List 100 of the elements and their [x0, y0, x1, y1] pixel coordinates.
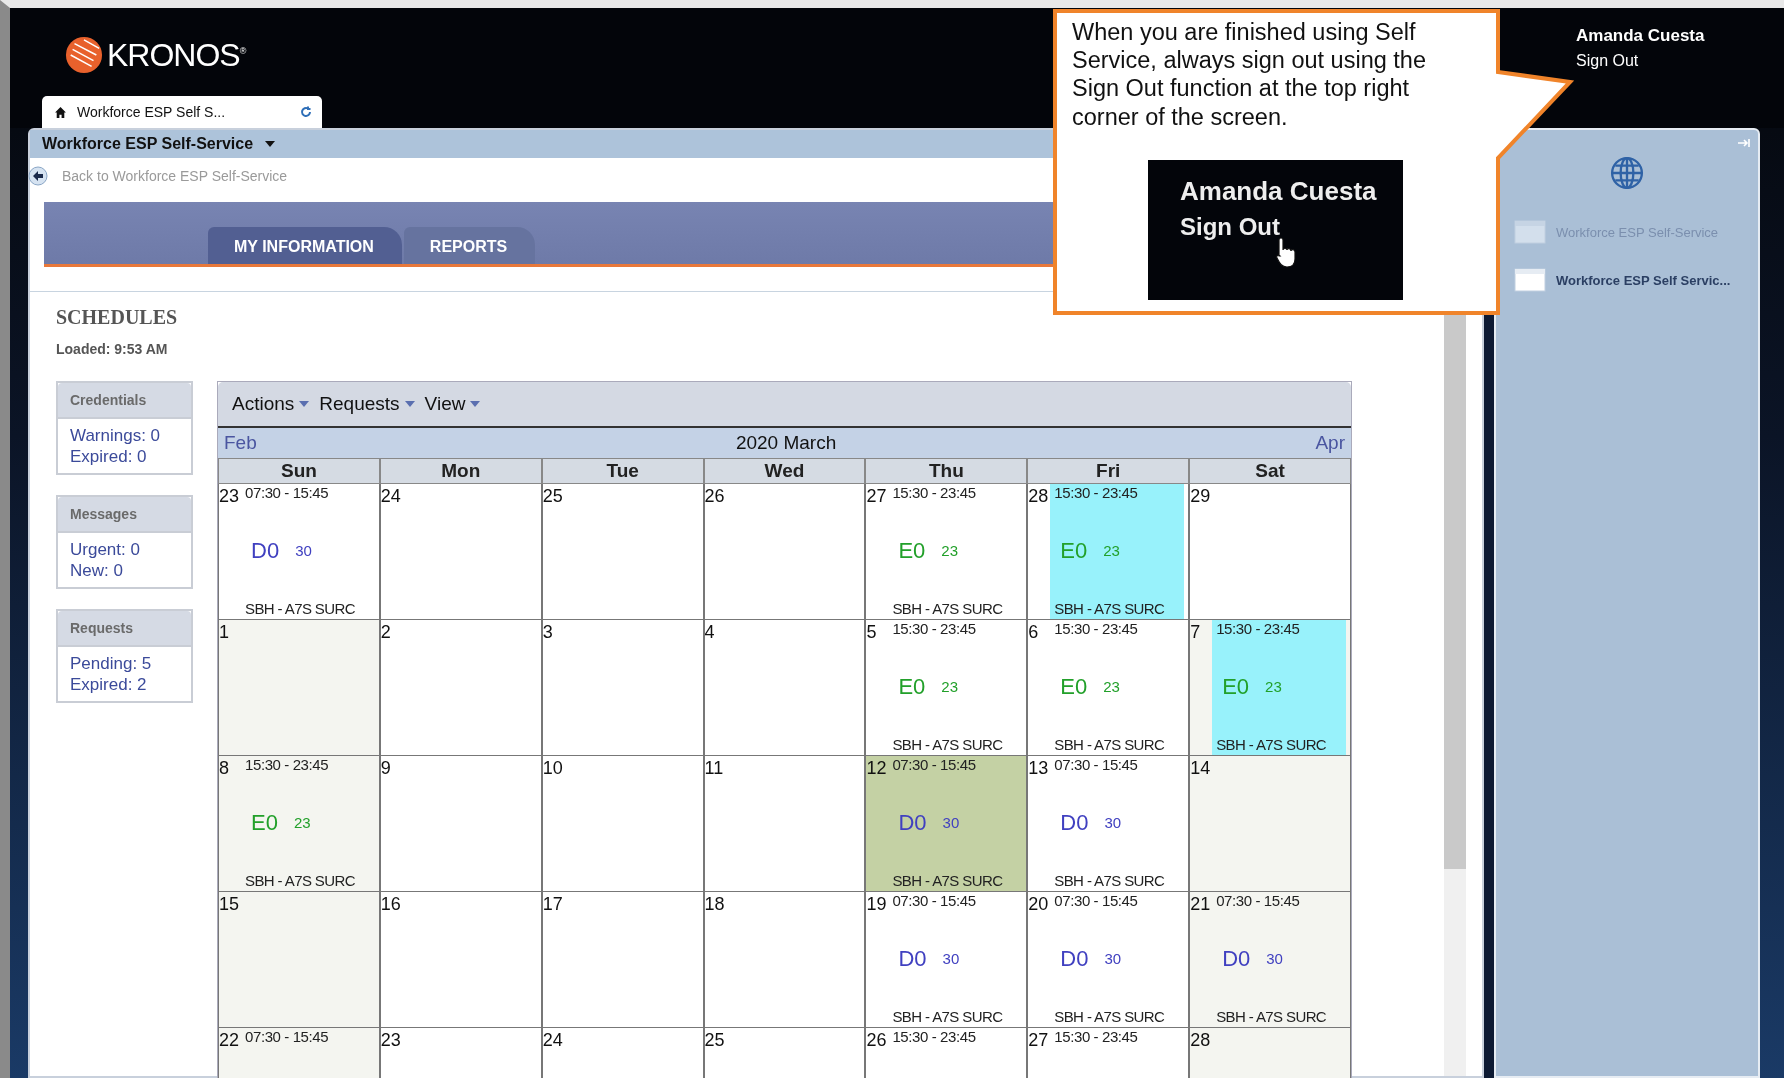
day-number: 21 [1190, 893, 1212, 916]
day-cell[interactable]: 28 [1189, 1028, 1351, 1078]
shift-time: 07:30 - 15:45 [892, 756, 977, 773]
day-number: 13 [1028, 757, 1050, 780]
day-cell[interactable]: 14 [1189, 756, 1351, 892]
summary-link[interactable]: Urgent: 0 [70, 539, 179, 560]
day-cell[interactable]: 25 [541, 484, 704, 620]
workspace-title[interactable]: Workforce ESP Self-Service [42, 135, 254, 153]
day-number: 28 [1190, 1029, 1212, 1052]
day-cell[interactable]: 19 07:30 - 15:45 D0 30 SBH - A7S SURC [865, 892, 1028, 1028]
day-cell[interactable]: 22 07:30 - 15:45 [218, 1028, 380, 1078]
day-cell[interactable]: 3 [541, 620, 704, 756]
day-cell[interactable]: 29 [1189, 484, 1351, 620]
day-cell[interactable]: 17 [541, 892, 704, 1028]
logo-icon [65, 36, 103, 74]
globe-icon[interactable] [1610, 156, 1644, 190]
inset-user-name: Amanda Cuesta [1180, 176, 1378, 207]
weekday-header: Sun [218, 458, 380, 484]
summary-link[interactable]: New: 0 [70, 560, 179, 581]
day-cell[interactable]: 9 [379, 756, 542, 892]
menu-button[interactable]: Actions [232, 393, 310, 415]
shift-location: SBH - A7S SURC [892, 1008, 1004, 1025]
day-cell[interactable]: 26 15:30 - 23:45 [865, 1028, 1028, 1078]
summary-link[interactable]: Warnings: 0 [70, 425, 179, 446]
summary-link[interactable]: Pending: 5 [70, 653, 179, 674]
day-cell[interactable]: 12 07:30 - 15:45 D0 30 SBH - A7S SURC [865, 756, 1028, 892]
shift-time: 15:30 - 23:45 [1054, 484, 1139, 501]
shift-code: E0 [251, 809, 278, 836]
home-icon [54, 105, 67, 119]
previous-month-link[interactable]: Feb [224, 432, 257, 454]
day-cell[interactable]: 11 [703, 756, 866, 892]
shift-code: D0 [898, 945, 927, 972]
day-cell[interactable]: 21 07:30 - 15:45 D0 30 SBH - A7S SURC [1189, 892, 1351, 1028]
day-cell[interactable]: 8 15:30 - 23:45 E0 23 SBH - A7S SURC [218, 756, 380, 892]
loaded-time: Loaded: 9:53 AM [56, 341, 169, 357]
shift-count: 30 [942, 814, 960, 831]
day-cell[interactable]: 25 [703, 1028, 866, 1078]
day-number: 27 [866, 485, 888, 508]
day-cell[interactable]: 24 [379, 484, 542, 620]
day-cell[interactable]: 18 [703, 892, 866, 1028]
shift-location: SBH - A7S SURC [1216, 736, 1328, 753]
shift-time: 15:30 - 23:45 [892, 1028, 977, 1045]
callout-text: When you are finished using Self Service, always sign out using the Sign Out function at the top right corner of the screen. [1072, 18, 1427, 131]
nav-tab[interactable]: REPORTS [403, 227, 536, 264]
shift-location: SBH - A7S SURC [1054, 1008, 1166, 1025]
day-cell[interactable]: 13 07:30 - 15:45 D0 30 SBH - A7S SURC [1027, 756, 1190, 892]
day-cell[interactable]: 27 15:30 - 23:45 [1027, 1028, 1190, 1078]
nav-tab[interactable]: MY INFORMATION [208, 227, 402, 264]
day-number: 26 [866, 1029, 888, 1052]
user-name: Amanda Cuesta [1576, 26, 1706, 46]
day-number: 16 [380, 893, 402, 916]
day-cell[interactable]: 4 [703, 620, 866, 756]
day-cell[interactable]: 28 15:30 - 23:45 E0 23 SBH - A7S SURC [1027, 484, 1190, 620]
shift-code: D0 [1222, 945, 1251, 972]
day-number: 27 [1028, 1029, 1050, 1052]
day-cell[interactable]: 26 [703, 484, 866, 620]
next-month-link[interactable]: Apr [1315, 432, 1345, 454]
day-number: 9 [380, 757, 392, 780]
refresh-icon[interactable] [300, 106, 312, 118]
day-number: 15 [219, 893, 241, 916]
day-cell[interactable]: 20 07:30 - 15:45 D0 30 SBH - A7S SURC [1027, 892, 1190, 1028]
day-number: 2 [380, 621, 392, 644]
day-cell[interactable]: 23 [379, 1028, 542, 1078]
shift-time: 07:30 - 15:45 [1054, 756, 1139, 773]
workspace-item[interactable]: Workforce ESP Self Servic... [1496, 256, 1758, 304]
day-cell[interactable]: 23 07:30 - 15:45 D0 30 SBH - A7S SURC [218, 484, 380, 620]
shift-time: 15:30 - 23:45 [1054, 1028, 1139, 1045]
weekday-header: Mon [379, 458, 542, 484]
shift-code: D0 [251, 537, 280, 564]
shift-time: 07:30 - 15:45 [892, 892, 977, 909]
day-number: 24 [542, 1029, 564, 1052]
day-number: 12 [866, 757, 888, 780]
arrow-icon[interactable] [1738, 138, 1750, 148]
day-cell[interactable]: 5 15:30 - 23:45 E0 23 SBH - A7S SURC [865, 620, 1028, 756]
day-cell[interactable]: 24 [541, 1028, 704, 1078]
menu-button[interactable]: View [424, 393, 481, 415]
day-cell[interactable]: 1 [218, 620, 380, 756]
scrollbar[interactable] [1444, 314, 1466, 1076]
month-title: 2020 March [735, 432, 837, 454]
weekday-header: Sat [1189, 458, 1351, 484]
caret-icon[interactable] [265, 141, 276, 147]
day-cell[interactable]: 27 15:30 - 23:45 E0 23 SBH - A7S SURC [865, 484, 1028, 620]
scrollbar-thumb[interactable] [1444, 314, 1466, 869]
summary-link[interactable]: Expired: 2 [70, 674, 179, 695]
day-number: 4 [704, 621, 716, 644]
day-number: 20 [1028, 893, 1050, 916]
day-cell[interactable]: 7 15:30 - 23:45 E0 23 SBH - A7S SURC [1189, 620, 1351, 756]
shift-count: 23 [293, 814, 311, 831]
day-cell[interactable]: 2 [379, 620, 542, 756]
shift-location: SBH - A7S SURC [245, 600, 356, 617]
day-cell[interactable]: 15 [218, 892, 380, 1028]
sign-out-link[interactable]: Sign Out [1576, 52, 1726, 70]
menu-button[interactable]: Requests [319, 393, 415, 415]
day-cell[interactable]: 16 [379, 892, 542, 1028]
day-number: 3 [542, 621, 554, 644]
day-cell[interactable]: 6 15:30 - 23:45 E0 23 SBH - A7S SURC [1027, 620, 1190, 756]
app-tab[interactable]: Workforce ESP Self S... [42, 96, 322, 128]
day-number: 29 [1190, 485, 1212, 508]
day-cell[interactable]: 10 [541, 756, 704, 892]
summary-link[interactable]: Expired: 0 [70, 446, 179, 467]
